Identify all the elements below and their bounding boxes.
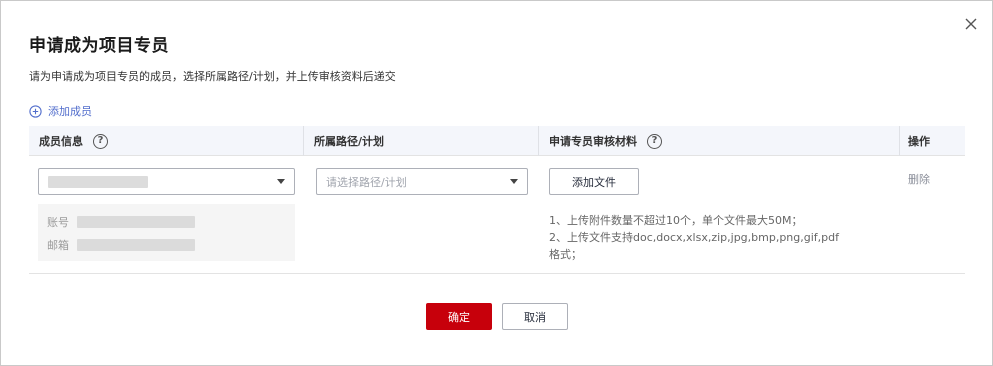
column-divider bbox=[538, 126, 539, 156]
row-divider bbox=[29, 273, 965, 274]
member-select[interactable] bbox=[38, 168, 295, 195]
path-select-placeholder: 请选择路径/计划 bbox=[326, 175, 407, 189]
chevron-down-icon bbox=[277, 179, 285, 184]
question-circle-icon[interactable]: ? bbox=[647, 133, 662, 149]
redacted-email bbox=[77, 239, 195, 251]
add-member-link[interactable]: 添加成员 bbox=[29, 103, 92, 119]
upload-hint-2: 2、上传文件支持doc,docx,xlsx,zip,jpg,bmp,png,gi… bbox=[549, 231, 840, 244]
upload-hint-1: 1、上传附件数量不超过10个，单个文件最大50M； bbox=[549, 214, 803, 227]
add-member-label: 添加成员 bbox=[48, 105, 92, 118]
add-file-button[interactable]: 添加文件 bbox=[549, 168, 639, 195]
table-header: 成员信息 ? 所属路径/计划 申请专员审核材料 ? 操作 bbox=[29, 126, 965, 156]
column-actions: 操作 bbox=[908, 126, 930, 156]
column-member-info-label: 成员信息 bbox=[39, 135, 83, 148]
delete-row-link[interactable]: 删除 bbox=[908, 171, 930, 187]
apply-specialist-dialog: 申请成为项目专员 请为申请成为项目专员的成员，选择所属路径/计划，并上传审核资料… bbox=[0, 0, 993, 366]
chevron-down-icon bbox=[510, 179, 518, 184]
member-info-panel: 账号 邮箱 bbox=[38, 204, 295, 261]
confirm-button[interactable]: 确定 bbox=[426, 303, 492, 330]
account-label: 账号 bbox=[47, 216, 69, 229]
cancel-button[interactable]: 取消 bbox=[502, 303, 568, 330]
email-line: 邮箱 bbox=[47, 237, 195, 253]
path-select[interactable]: 请选择路径/计划 bbox=[316, 168, 528, 195]
column-path: 所属路径/计划 bbox=[314, 126, 384, 156]
question-circle-icon[interactable]: ? bbox=[93, 133, 108, 149]
close-icon[interactable] bbox=[963, 16, 979, 32]
dialog-description: 请为申请成为项目专员的成员，选择所属路径/计划，并上传审核资料后递交 bbox=[29, 70, 396, 83]
redacted-member-name bbox=[48, 175, 148, 188]
column-divider bbox=[899, 126, 900, 156]
column-path-label: 所属路径/计划 bbox=[314, 135, 385, 148]
account-line: 账号 bbox=[47, 214, 195, 230]
column-actions-label: 操作 bbox=[908, 135, 930, 148]
column-divider bbox=[303, 126, 304, 156]
email-label: 邮箱 bbox=[47, 239, 69, 252]
column-materials: 申请专员审核材料 ? bbox=[549, 126, 662, 156]
column-materials-label: 申请专员审核材料 bbox=[549, 135, 637, 148]
dialog-title: 申请成为项目专员 bbox=[29, 36, 169, 56]
redacted-account bbox=[77, 216, 195, 228]
upload-hint-3: 格式； bbox=[549, 248, 582, 261]
plus-circle-icon bbox=[29, 104, 42, 118]
column-member-info: 成员信息 ? bbox=[39, 126, 108, 156]
